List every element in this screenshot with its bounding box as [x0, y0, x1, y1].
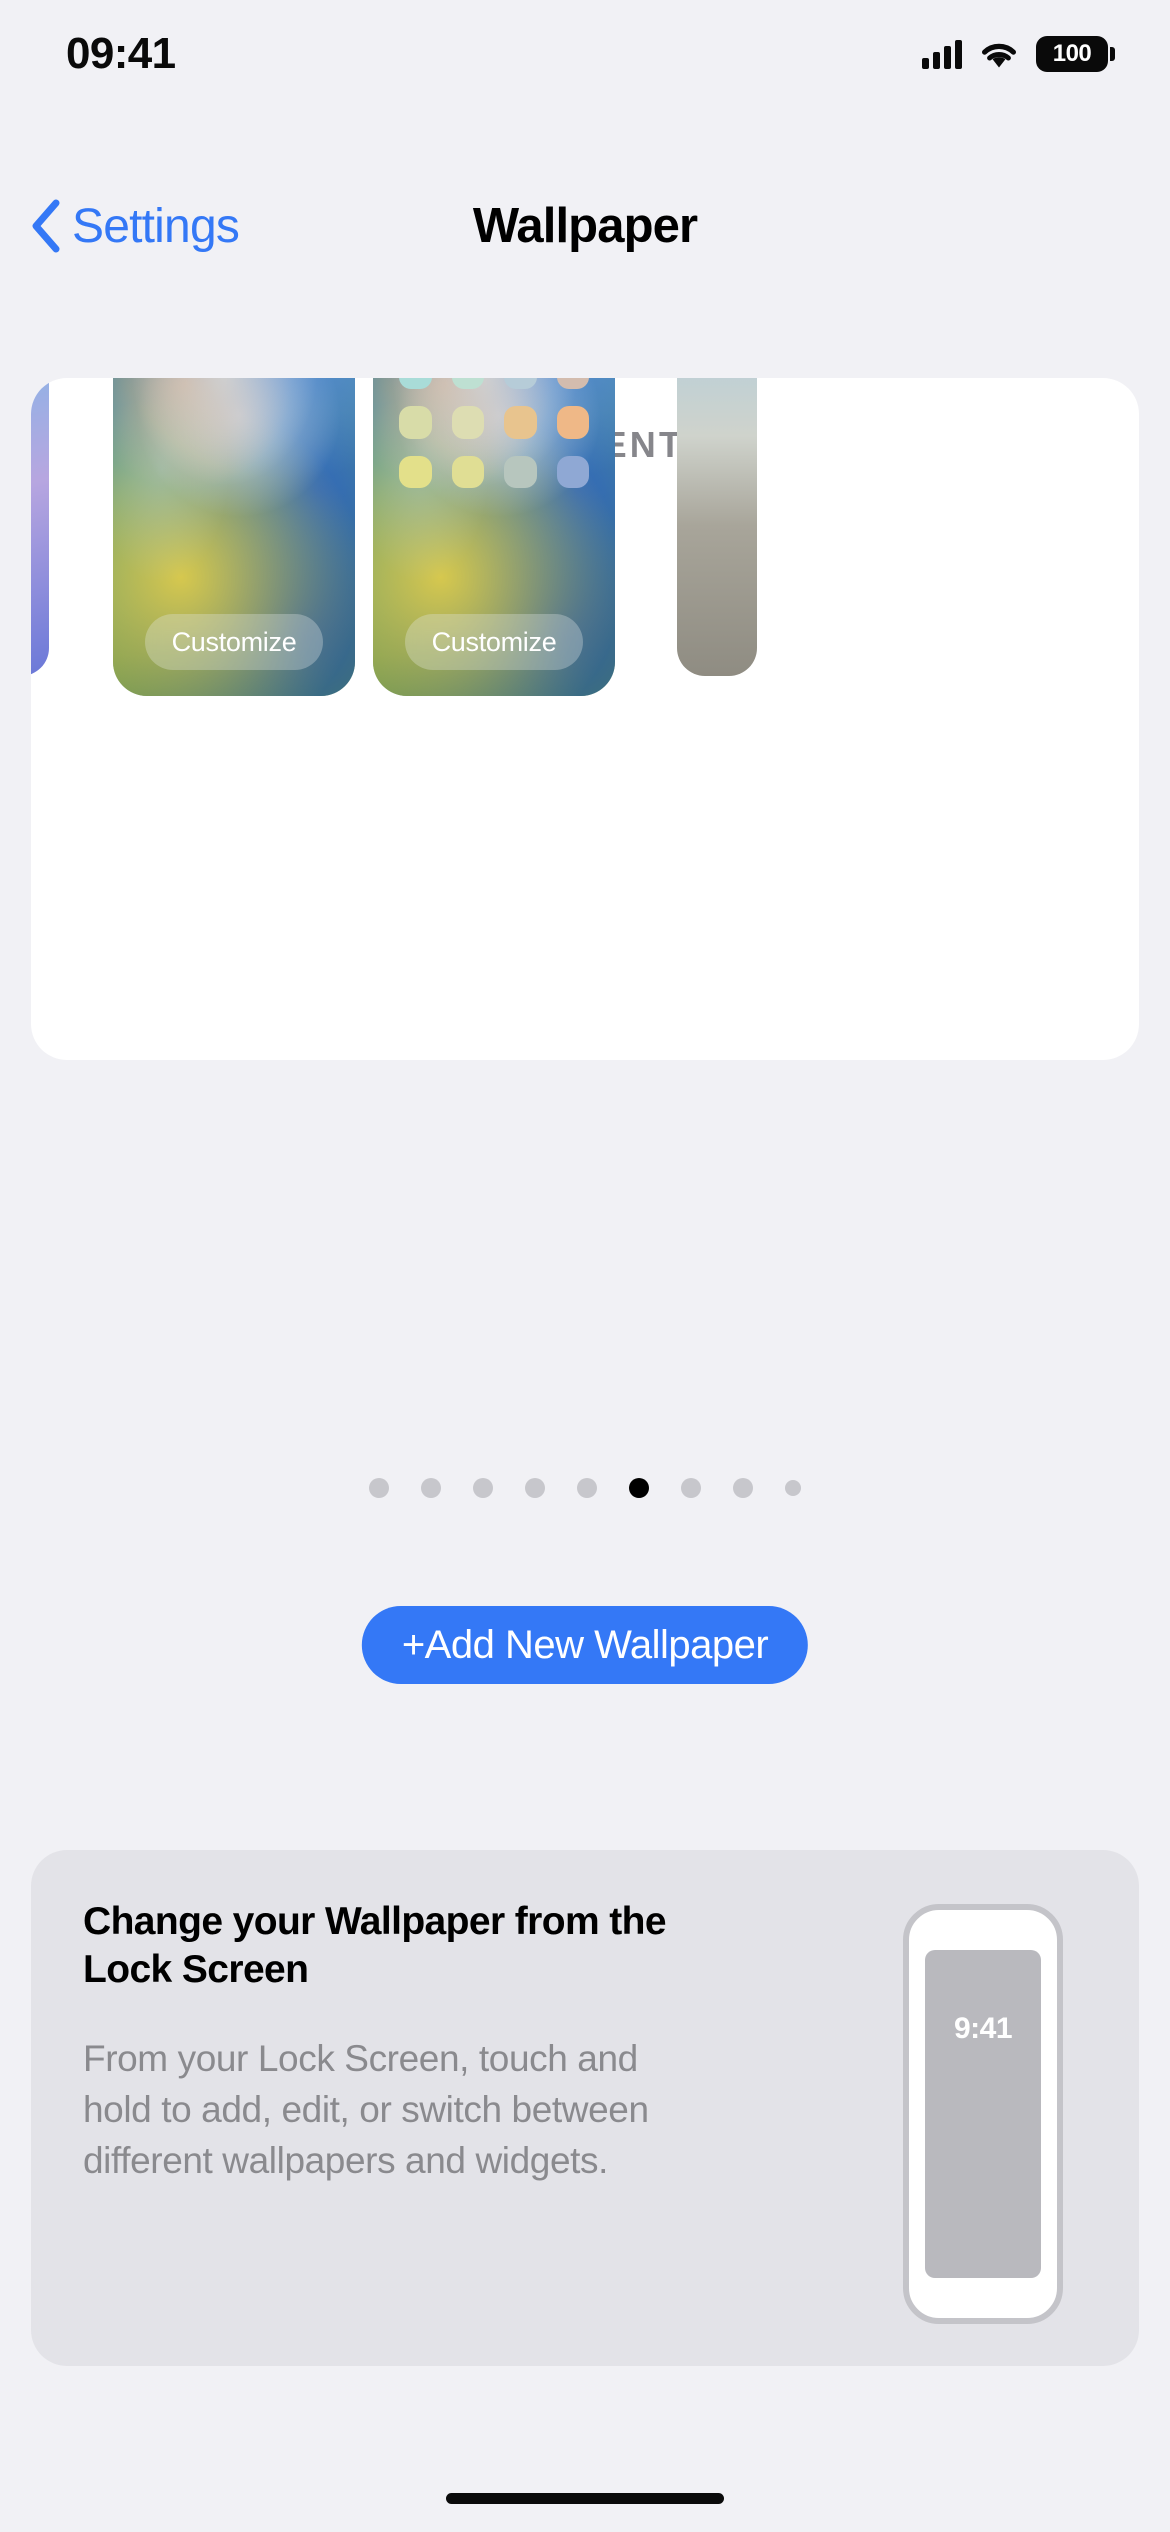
battery-level-label: 100 — [1052, 40, 1092, 67]
page-dot[interactable] — [525, 1478, 545, 1498]
wallpaper-tile-home-screen[interactable]: Customize — [373, 378, 615, 696]
page-title: Wallpaper — [472, 199, 698, 253]
wallpaper-tile-lock-screen[interactable]: Tuesday, January 9 09:41 Customize — [113, 378, 355, 696]
home-screen-app-icon — [451, 378, 484, 389]
home-screen-app-icon — [504, 455, 537, 488]
home-screen-app-icon — [504, 378, 537, 389]
home-indicator — [446, 2493, 724, 2504]
page-dot[interactable] — [681, 1478, 701, 1498]
home-screen-icon-grid — [399, 378, 589, 488]
navigation-bar: Settings Wallpaper — [0, 180, 1170, 272]
wallpaper-tile-previous[interactable] — [31, 378, 49, 676]
page-dot[interactable] — [733, 1478, 753, 1498]
tip-title: Change your Wallpaper from the Lock Scre… — [83, 1900, 667, 1992]
current-wallpaper-card: CURRENT Tuesday, January 9 09:41 Customi… — [31, 378, 1139, 1060]
customize-lock-screen-button[interactable]: Customize — [145, 614, 323, 670]
status-bar-indicators: 100 — [922, 36, 1115, 72]
home-screen-app-icon — [451, 455, 484, 488]
page-dot[interactable] — [785, 1480, 801, 1496]
battery-full-icon: 100 — [1036, 36, 1115, 72]
add-new-wallpaper-button[interactable]: +Add New Wallpaper — [361, 1606, 809, 1684]
wifi-icon — [980, 40, 1018, 69]
page-dot[interactable] — [577, 1478, 597, 1498]
tip-text-group: Change your Wallpaper from the Lock Scre… — [83, 1898, 703, 2318]
page-indicator-dots[interactable] — [0, 1478, 1170, 1498]
phone-illustration-time: 9:41 — [953, 2012, 1013, 2045]
page-dot[interactable] — [421, 1478, 441, 1498]
home-screen-app-icon — [399, 455, 432, 488]
home-screen-app-icon — [399, 378, 432, 389]
page-dot[interactable] — [473, 1478, 493, 1498]
phone-illustration-icon: 9:41 — [903, 1904, 1063, 2324]
wallpaper-image — [31, 378, 49, 676]
home-screen-app-icon — [556, 378, 589, 389]
page-dot-active[interactable] — [629, 1478, 649, 1498]
lock-screen-tip-card: Change your Wallpaper from the Lock Scre… — [31, 1850, 1139, 2366]
customize-home-screen-button[interactable]: Customize — [405, 614, 583, 670]
home-screen-app-icon — [504, 406, 537, 439]
status-bar-time: 09:41 — [66, 29, 176, 78]
phone-illustration-screen: 9:41 — [925, 1950, 1041, 2278]
home-screen-app-icon — [451, 406, 484, 439]
home-screen-app-icon — [556, 406, 589, 439]
cellular-bars-icon — [922, 39, 962, 69]
home-screen-app-icon — [399, 406, 432, 439]
wallpaper-gallery[interactable]: Tuesday, January 9 09:41 Customize Custo… — [31, 378, 1139, 696]
status-bar: 09:41 100 — [0, 0, 1170, 108]
wallpaper-image — [677, 378, 757, 676]
page-dot[interactable] — [369, 1478, 389, 1498]
wallpaper-tile-next[interactable] — [677, 378, 757, 676]
home-screen-app-icon — [556, 455, 589, 488]
tip-body: From your Lock Screen, touch and hold to… — [83, 2037, 649, 2181]
